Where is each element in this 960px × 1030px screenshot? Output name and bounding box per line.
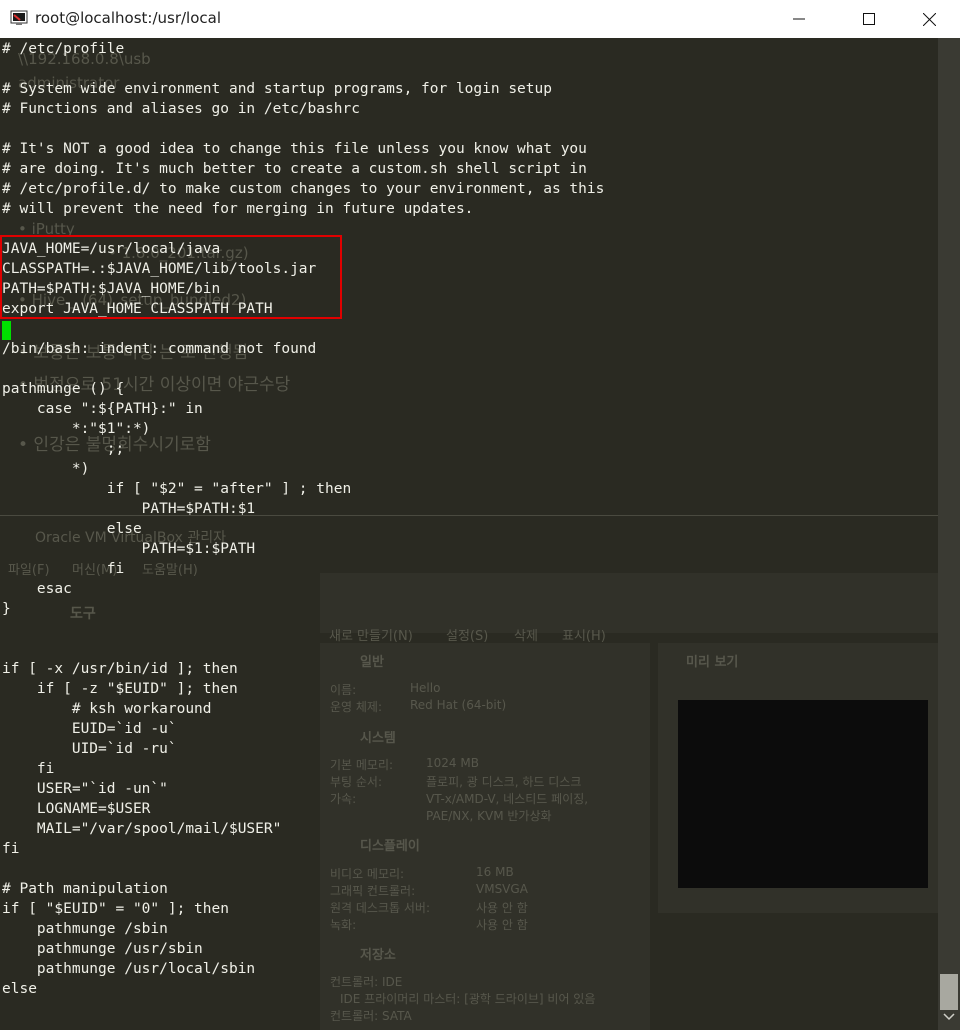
vb-boot-label: 부팅 순서:	[330, 775, 383, 789]
terminal-line: esac	[2, 581, 72, 597]
terminal-line: ;;	[2, 441, 125, 457]
vb-vram-label: 비디오 메모리:	[330, 867, 405, 881]
minimize-icon	[793, 18, 805, 20]
vb-gfx-label: 그래픽 컨트롤러:	[330, 884, 416, 898]
terminal-line: # It's NOT a good idea to change this fi…	[2, 141, 587, 157]
terminal-line: case ":${PATH}:" in	[2, 401, 203, 417]
terminal-line: PATH=$PATH:$1	[2, 501, 256, 517]
terminal-line: # System wide environment and startup pr…	[2, 81, 552, 97]
terminal-line: fi	[2, 561, 125, 577]
vb-section-preview: 미리 보기	[686, 655, 739, 670]
scroll-down-arrow-icon[interactable]	[943, 1013, 955, 1021]
terminal-line: # will prevent the need for merging in f…	[2, 201, 474, 217]
scroll-up-arrow-icon[interactable]	[941, 36, 957, 52]
vb-name-value: Hello	[410, 681, 441, 695]
terminal-line: # /etc/profile.d/ to make custom changes…	[2, 181, 605, 197]
vb-ctrl-sata: 컨트롤러: SATA	[330, 1009, 412, 1023]
terminal-line: if [ -z "$EUID" ]; then	[2, 681, 238, 697]
terminal-line: else	[2, 981, 37, 997]
vb-ctrl-ide: 컨트롤러: IDE	[330, 975, 403, 989]
highlight-box	[0, 235, 342, 319]
vertical-scrollbar[interactable]	[938, 38, 960, 1030]
terminal-line: USER="`id -un`"	[2, 781, 168, 797]
terminal-line: PATH=$1:$PATH	[2, 541, 256, 557]
vb-preview-screen	[678, 700, 928, 888]
terminal-line: pathmunge /usr/sbin	[2, 941, 203, 957]
terminal-line: LOGNAME=$USER	[2, 801, 151, 817]
vb-memory-label: 기본 메모리:	[330, 758, 394, 772]
terminal-area[interactable]: \\192.168.0.8\usb administrator • iPutty…	[0, 38, 938, 1030]
vb-rdp-label: 원격 데스크톱 서버:	[330, 901, 430, 915]
terminal-line: pathmunge () {	[2, 381, 125, 397]
vb-section-display: 디스플레이	[360, 839, 420, 854]
maximize-icon	[863, 13, 875, 25]
window-titlebar: root@localhost:/usr/local	[0, 0, 960, 39]
vb-name-label: 이름:	[330, 683, 357, 697]
vb-toolbar	[320, 573, 938, 633]
vb-boot-value: 플로피, 광 디스크, 하드 디스크	[426, 775, 582, 789]
terminal-line: UID=`id -ru`	[2, 741, 177, 757]
terminal-line: *:"$1":*)	[2, 421, 151, 437]
vb-section-general: 일반	[360, 655, 384, 670]
vb-accel-label: 가속:	[330, 792, 357, 806]
vb-toolbar-settings: 설정(S)	[446, 629, 489, 644]
minimize-button[interactable]	[776, 0, 822, 38]
terminal-line: }	[2, 601, 11, 617]
terminal-line: # are doing. It's much better to create …	[2, 161, 587, 177]
terminal-line: # Functions and aliases go in /etc/bashr…	[2, 101, 360, 117]
terminal-line: else	[2, 521, 142, 537]
vb-vram-value: 16 MB	[476, 865, 514, 879]
vb-toolbar-delete: 삭제	[514, 629, 538, 644]
terminal-line: # ksh workaround	[2, 701, 212, 717]
terminal-line: MAIL="/var/spool/mail/$USER"	[2, 821, 282, 837]
scroll-thumb[interactable]	[940, 974, 958, 1010]
vb-tools-label: 도구	[70, 606, 96, 622]
vb-toolbar-new: 새로 만들기(N)	[329, 629, 413, 644]
terminal-line: fi	[2, 761, 55, 777]
terminal-cursor	[2, 321, 11, 340]
vb-section-storage: 저장소	[360, 948, 396, 963]
vb-memory-value: 1024 MB	[426, 756, 479, 770]
terminal-line: pathmunge /usr/local/sbin	[2, 961, 256, 977]
vb-rec-label: 녹화:	[330, 918, 357, 932]
terminal-line: /bin/bash: indent: command not found	[2, 341, 317, 357]
vb-os-value: Red Hat (64-bit)	[410, 698, 507, 712]
terminal-line: # /etc/profile	[2, 41, 125, 57]
vb-section-system: 시스템	[360, 731, 396, 746]
terminal-line: if [ -x /usr/bin/id ]; then	[2, 661, 238, 677]
vb-toolbar-show: 표시(H)	[562, 629, 606, 644]
vb-accel-value: VT-x/AMD-V, 네스티드 페이징, PAE/NX, KVM 반가상화	[426, 792, 589, 823]
close-icon	[922, 12, 936, 26]
terminal-line: if [ "$2" = "after" ] ; then	[2, 481, 352, 497]
putty-terminal-icon	[10, 10, 28, 25]
vb-rdp-value: 사용 안 함	[476, 901, 528, 915]
vb-ide-master: IDE 프라이머리 마스터: [광학 드라이브] 비어 있음	[340, 992, 596, 1006]
close-button[interactable]	[906, 0, 952, 38]
terminal-line: pathmunge /sbin	[2, 921, 168, 937]
terminal-line: if [ "$EUID" = "0" ]; then	[2, 901, 229, 917]
vb-rec-value: 사용 안 함	[476, 918, 528, 932]
maximize-button[interactable]	[846, 0, 892, 38]
window-title: root@localhost:/usr/local	[35, 9, 222, 27]
vb-os-label: 운영 체제:	[330, 700, 383, 714]
vb-menu-help: 도움말(H)	[142, 563, 198, 578]
terminal-line: fi	[2, 841, 20, 857]
vb-gfx-value: VMSVGA	[476, 882, 528, 896]
terminal-line: # Path manipulation	[2, 881, 168, 897]
terminal-line: *)	[2, 461, 90, 477]
terminal-line: EUID=`id -u`	[2, 721, 177, 737]
